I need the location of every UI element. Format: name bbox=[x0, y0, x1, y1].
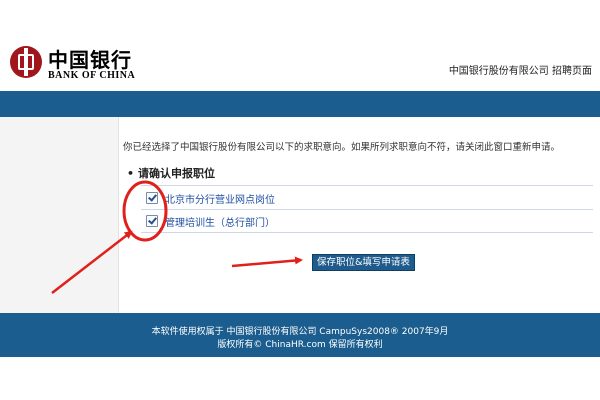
position-checkbox-2[interactable] bbox=[146, 215, 158, 227]
logo-chinese-text: 中国银行 bbox=[48, 48, 132, 72]
footer-line-2: 版权所有© ChinaHR.com 保留所有权利 bbox=[217, 340, 383, 350]
page-header: 中国银行 BANK OF CHINA 中国银行股份有限公司 招聘页面 bbox=[0, 0, 600, 90]
position-row-1[interactable]: 北京市分行营业网点岗位 bbox=[141, 188, 581, 208]
position-label-2[interactable]: 管理培训生（总行部门） bbox=[165, 214, 275, 229]
header-band bbox=[0, 91, 600, 117]
footer-line-1: 本软件使用权属于 中国银行股份有限公司 CampuSys2008® 2007年9… bbox=[151, 327, 449, 337]
section-title-text: 请确认申报职位 bbox=[138, 167, 216, 180]
logo-english-text: BANK OF CHINA bbox=[48, 70, 136, 81]
row-divider bbox=[141, 209, 593, 210]
save-position-button[interactable]: 保存职位&填写申请表 bbox=[312, 254, 415, 271]
page-footer: 本软件使用权属于 中国银行股份有限公司 CampuSys2008® 2007年9… bbox=[0, 313, 600, 357]
row-divider bbox=[141, 185, 593, 186]
position-label-1[interactable]: 北京市分行营业网点岗位 bbox=[165, 191, 275, 206]
main-content: 你已经选择了中国银行股份有限公司以下的求职意向。如果所列求职意向不符，请关闭此窗… bbox=[118, 117, 600, 313]
instruction-text: 你已经选择了中国银行股份有限公司以下的求职意向。如果所列求职意向不符，请关闭此窗… bbox=[123, 142, 561, 153]
bank-logo[interactable]: 中国银行 BANK OF CHINA bbox=[10, 44, 135, 86]
row-divider bbox=[141, 232, 593, 233]
position-row-2[interactable]: 管理培训生（总行部门） bbox=[141, 211, 581, 231]
bank-logo-icon bbox=[10, 46, 42, 78]
bullet-icon: • bbox=[127, 167, 135, 180]
position-checkbox-1[interactable] bbox=[146, 192, 158, 204]
section-title: • 请确认申报职位 bbox=[127, 165, 215, 181]
site-title: 中国银行股份有限公司 招聘页面 bbox=[448, 66, 592, 77]
